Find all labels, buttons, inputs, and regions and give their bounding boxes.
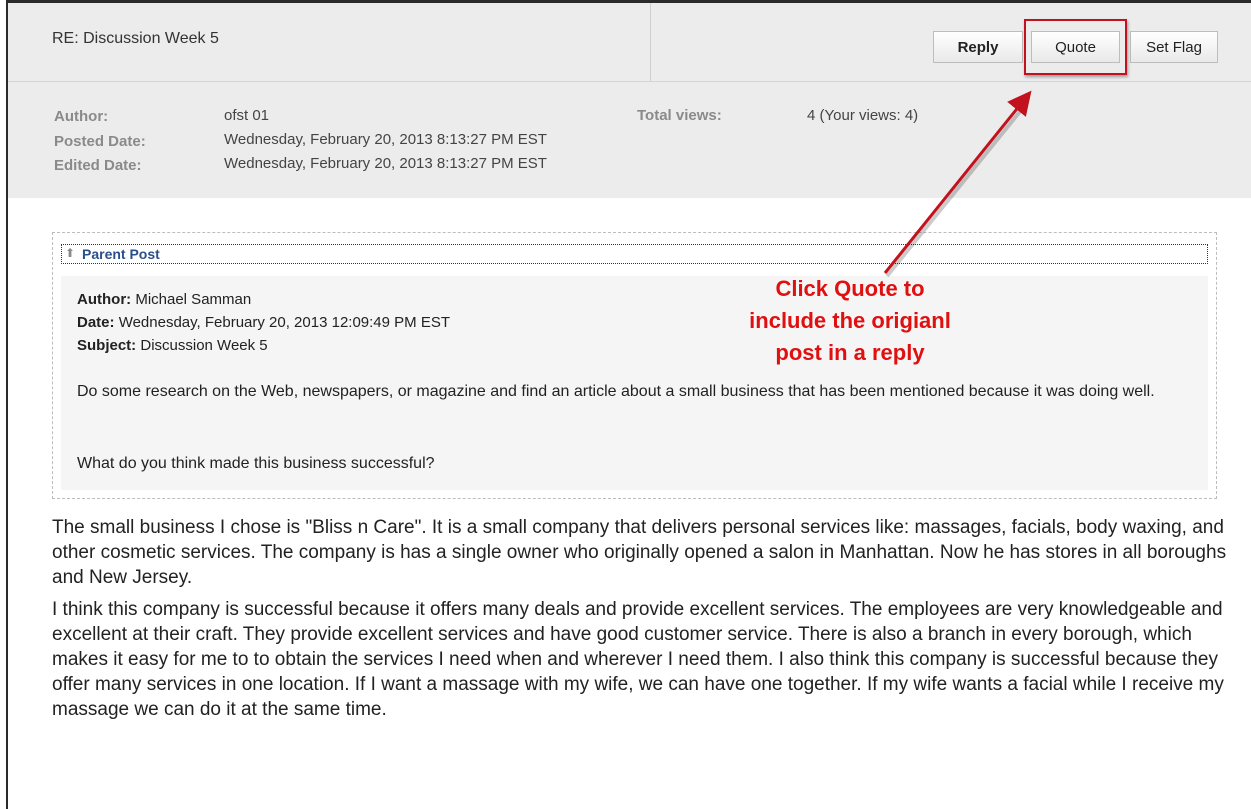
annotation-line-2: include the origianl: [749, 308, 951, 333]
parent-date: Date: Wednesday, February 20, 2013 12:09…: [77, 314, 450, 331]
message-subject: RE: Discussion Week 5: [52, 30, 219, 47]
annotation-callout: Click Quote to include the origianl post…: [690, 273, 1010, 369]
reply-paragraph-2: I think this company is successful becau…: [52, 599, 1224, 720]
edited-date-value: Wednesday, February 20, 2013 8:13:27 PM …: [224, 155, 547, 172]
author-value: ofst 01: [224, 107, 270, 124]
parent-post-title: Parent Post: [82, 246, 160, 262]
reply-button[interactable]: Reply: [933, 31, 1023, 63]
annotation-line-1: Click Quote to: [775, 276, 925, 301]
total-views-value: 4 (Your views: 4): [807, 107, 919, 124]
posted-date-value: Wednesday, February 20, 2013 8:13:27 PM …: [224, 131, 547, 148]
message-meta: [8, 82, 1251, 198]
total-views-label: Total views:: [637, 107, 722, 124]
parent-subject: Subject: Discussion Week 5: [77, 337, 268, 354]
set-flag-button[interactable]: Set Flag: [1130, 31, 1218, 63]
parent-post-text-2: What do you think made this business suc…: [77, 455, 435, 472]
header-divider: [650, 3, 651, 81]
parent-author: Author: Michael Samman: [77, 291, 252, 308]
parent-post-text-1: Do some research on the Web, newspapers,…: [77, 383, 1155, 400]
posted-date-label: Posted Date:: [54, 133, 146, 150]
annotation-line-3: post in a reply: [775, 340, 925, 365]
edited-date-label: Edited Date:: [54, 157, 142, 174]
parent-post-toggle[interactable]: ⬆ Parent Post: [61, 244, 1208, 264]
quote-button[interactable]: Quote: [1031, 31, 1120, 63]
author-label: Author:: [54, 108, 109, 125]
collapse-icon: ⬆: [65, 246, 76, 260]
reply-paragraph-1: The small business I chose is "Bliss n C…: [52, 517, 1227, 588]
